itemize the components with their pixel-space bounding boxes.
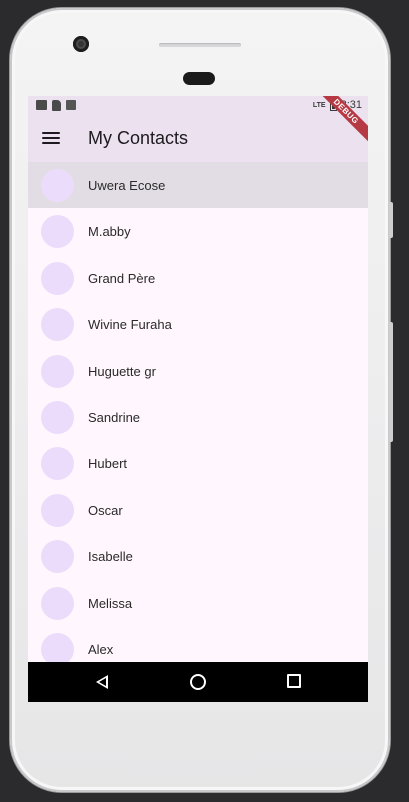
home-icon[interactable] bbox=[190, 674, 206, 690]
contact-name: Oscar bbox=[88, 502, 123, 518]
avatar bbox=[41, 493, 74, 527]
app-bar: My Contacts bbox=[28, 116, 368, 162]
contact-row[interactable]: M.abby bbox=[28, 208, 368, 254]
contact-name: Hubert bbox=[88, 456, 128, 472]
contact-name: Huguette gr bbox=[88, 363, 156, 379]
network-type: LTE bbox=[312, 101, 326, 109]
contact-row[interactable]: Hubert bbox=[28, 440, 368, 486]
hamburger-menu-icon[interactable] bbox=[42, 132, 60, 146]
avatar bbox=[41, 215, 74, 249]
sd-card-icon bbox=[52, 100, 61, 111]
gmail-icon bbox=[36, 100, 47, 110]
contact-row[interactable]: Oscar bbox=[28, 487, 368, 533]
contact-row[interactable]: Uwera Ecose bbox=[28, 162, 368, 209]
speaker-grille bbox=[159, 43, 241, 47]
contact-name: Melissa bbox=[88, 595, 133, 611]
avatar bbox=[41, 308, 74, 342]
system-navigation-bar bbox=[28, 662, 368, 702]
contact-name: Sandrine bbox=[88, 409, 141, 425]
notification-icons bbox=[36, 100, 76, 111]
device-screen: LTE 2:31 My Contacts DEBUG Uwera Ecose M… bbox=[28, 96, 368, 702]
page-title: My Contacts bbox=[88, 128, 189, 148]
contact-row[interactable]: Isabelle bbox=[28, 533, 368, 579]
avatar bbox=[41, 447, 74, 481]
volume-down-button bbox=[389, 322, 393, 442]
contact-name: Isabelle bbox=[88, 549, 133, 565]
back-icon[interactable] bbox=[96, 675, 108, 689]
contact-row[interactable]: Sandrine bbox=[28, 394, 368, 440]
status-bar: LTE 2:31 bbox=[28, 96, 368, 116]
contact-row[interactable]: Grand Père bbox=[28, 255, 368, 301]
contact-name: Alex bbox=[88, 641, 114, 657]
contact-name: Uwera Ecose bbox=[88, 178, 166, 193]
front-camera bbox=[73, 36, 89, 52]
contact-row[interactable]: Wivine Furaha bbox=[28, 301, 368, 347]
contact-row[interactable]: Melissa bbox=[28, 580, 368, 626]
earpiece bbox=[183, 72, 215, 85]
avatar bbox=[41, 354, 74, 388]
contact-name: M.abby bbox=[88, 224, 131, 240]
avatar bbox=[41, 261, 74, 295]
volume-up-button bbox=[389, 202, 393, 238]
recent-apps-icon[interactable] bbox=[287, 674, 301, 688]
avatar bbox=[41, 586, 74, 620]
avatar bbox=[41, 632, 74, 666]
avatar bbox=[41, 169, 74, 202]
avatar bbox=[41, 400, 74, 434]
contacts-list: Uwera Ecose M.abby Grand Père Wivine Fur… bbox=[28, 162, 368, 672]
avatar bbox=[41, 540, 74, 574]
contact-name: Wivine Furaha bbox=[88, 317, 172, 333]
contact-row[interactable]: Huguette gr bbox=[28, 348, 368, 394]
text-a-icon bbox=[66, 100, 76, 110]
contact-name: Grand Père bbox=[88, 270, 156, 286]
